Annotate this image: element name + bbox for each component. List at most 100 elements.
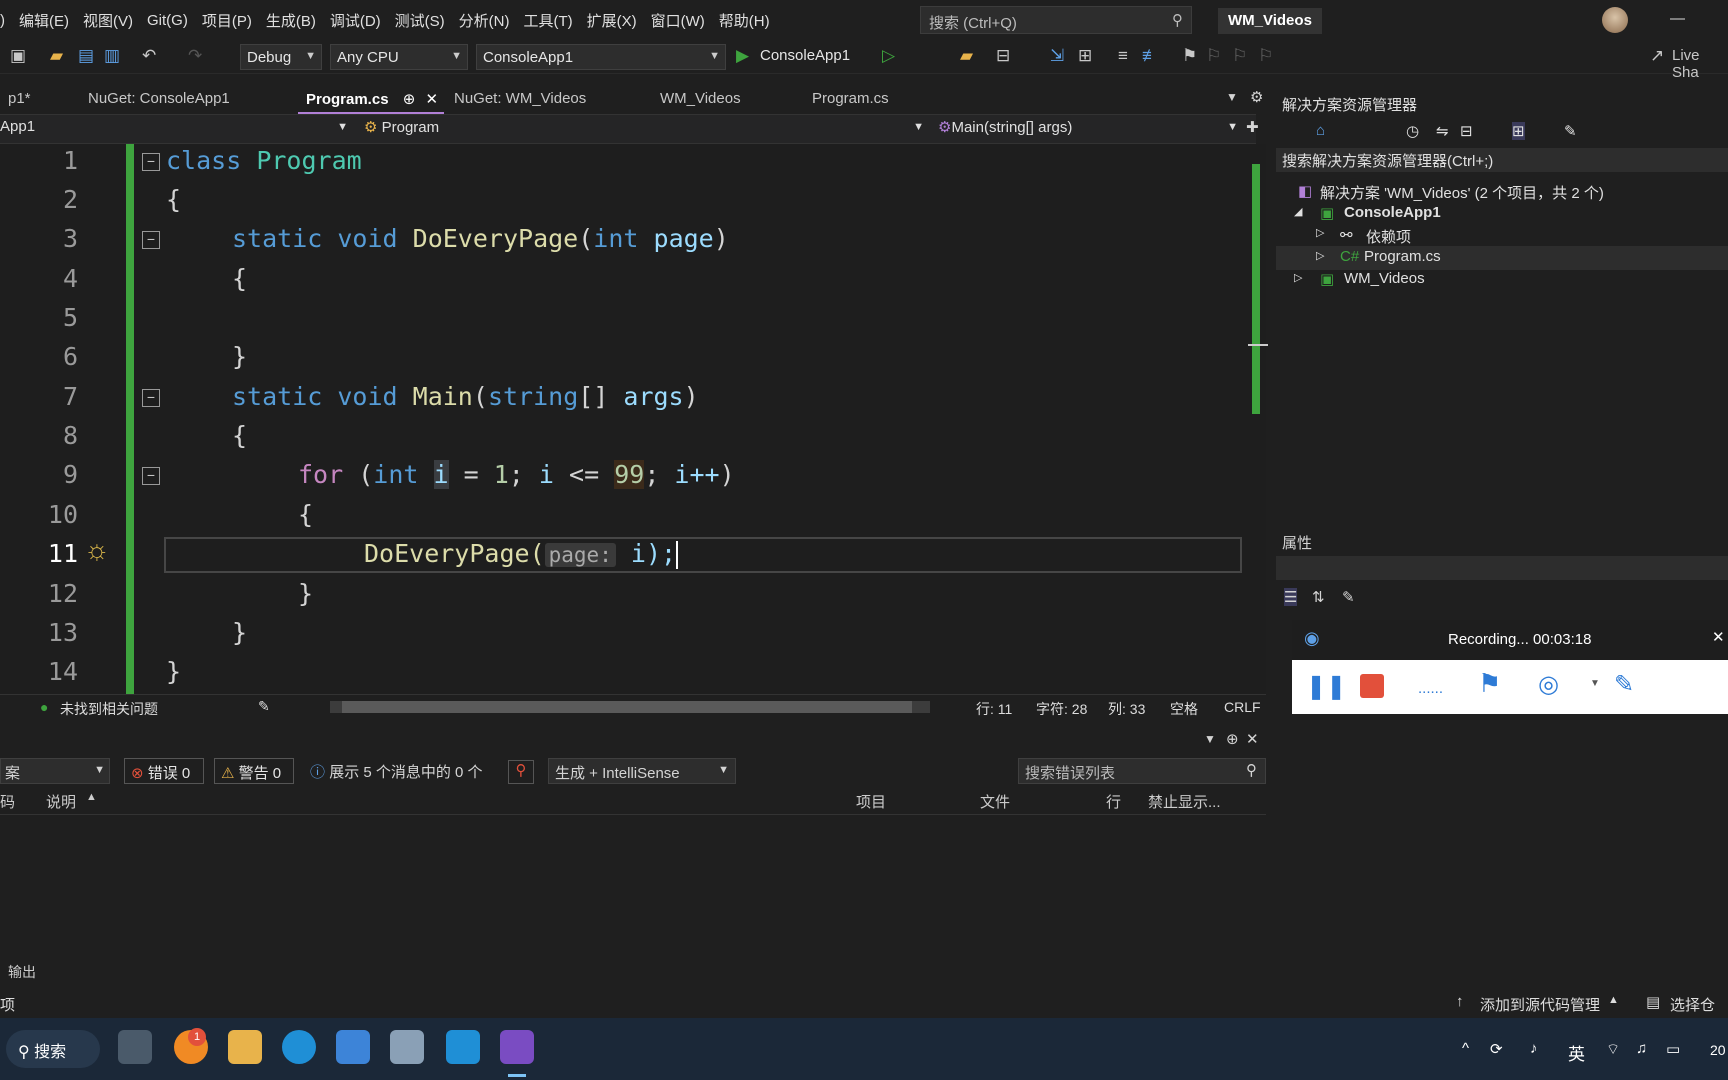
edge-icon[interactable] [282, 1030, 316, 1064]
remote-desktop-icon[interactable] [390, 1030, 424, 1064]
tab-wm-videos[interactable]: WM_Videos [652, 84, 749, 114]
horizontal-scrollbar[interactable] [330, 701, 930, 713]
close-icon[interactable]: ✕ [1712, 628, 1725, 646]
collapsed-arrow-icon[interactable]: ▷ [1316, 226, 1324, 239]
taskbar-search[interactable]: ⚲ 搜索 [6, 1030, 100, 1068]
task-view-icon[interactable] [118, 1030, 152, 1064]
scrollbar-thumb[interactable] [1252, 164, 1260, 414]
add-to-source-control-button[interactable]: 添加到源代码管理 [1480, 994, 1600, 1015]
pin-icon[interactable]: ⊕ [403, 91, 416, 108]
tab-nuget-wm-videos[interactable]: NuGet: WM_Videos [446, 84, 594, 114]
scrollbar-thumb[interactable] [342, 701, 912, 713]
chevron-down-icon[interactable]: ▼ [1204, 732, 1216, 746]
menu-build[interactable]: 生成(B) [266, 10, 316, 31]
bookmark-next-icon[interactable]: ⚐ [1232, 46, 1247, 66]
collapsed-arrow-icon[interactable]: ▷ [1316, 249, 1324, 262]
menu-item-partial[interactable]: ) [0, 12, 5, 29]
file-node-program-cs[interactable]: Program.cs [1364, 248, 1441, 265]
bookmark-clear-icon[interactable]: ⚐ [1258, 46, 1273, 66]
microphone-icon[interactable]: ♪ [1530, 1040, 1538, 1057]
project-node-consoleapp1[interactable]: ConsoleApp1 [1344, 204, 1441, 221]
new-project-icon[interactable]: ▣ [10, 46, 26, 66]
tab-program-cs-active[interactable]: Program.cs ⊕ ✕ [298, 84, 444, 114]
split-icon[interactable]: ✚ [1246, 118, 1259, 136]
collapse-icon[interactable]: − [142, 153, 160, 171]
sync-icon[interactable]: ⇋ [1436, 122, 1449, 140]
filter-icon[interactable]: ⚲ [508, 760, 534, 784]
clock[interactable]: 20 [1710, 1042, 1726, 1058]
expanded-arrow-icon[interactable]: ◢ [1294, 205, 1302, 218]
save-all-icon[interactable]: ▥ [104, 46, 120, 66]
line-indicator[interactable]: 行: 11 [976, 699, 1012, 719]
platform-dropdown[interactable]: Any CPU ▼ [330, 44, 468, 70]
chevron-down-icon[interactable]: ▼ [1590, 678, 1600, 689]
tab-output[interactable]: 输出 [0, 958, 60, 984]
comment-icon[interactable]: ≡ [1118, 46, 1128, 66]
dependencies-node[interactable]: 依赖项 [1366, 226, 1411, 247]
solution-search-input[interactable]: 搜索解决方案资源管理器(Ctrl+;) [1276, 148, 1728, 172]
collapse-icon[interactable]: − [142, 467, 160, 485]
column-file[interactable]: 文件 [980, 791, 1010, 812]
member-dropdown[interactable]: ⚙Main(string[] args) ▼ [938, 118, 1244, 142]
close-icon[interactable]: ✕ [1246, 730, 1259, 748]
column-suppression[interactable]: 禁止显示... [1148, 791, 1221, 812]
avatar[interactable] [1602, 7, 1628, 33]
sync-icon[interactable]: ⟳ [1490, 1040, 1503, 1058]
config-dropdown[interactable]: Debug ▼ [240, 44, 322, 70]
column-project[interactable]: 项目 [856, 791, 886, 812]
wifi-icon[interactable]: ⌔ [1606, 1040, 1620, 1059]
bookmark-icon[interactable]: ⚑ [1182, 46, 1197, 66]
bookmark-prev-icon[interactable]: ⚐ [1206, 46, 1221, 66]
warnings-filter-button[interactable]: ⚠ 警告 0 [214, 758, 294, 784]
open-folder-icon[interactable]: ▰ [50, 46, 63, 66]
error-search-input[interactable]: 搜索错误列表 ⚲ [1018, 758, 1266, 784]
redo-icon[interactable]: ↷ [188, 46, 202, 66]
stop-icon[interactable] [1360, 674, 1384, 698]
tab-project[interactable]: p1* [0, 84, 39, 114]
menu-edit[interactable]: 编辑(E) [19, 10, 69, 31]
webcam-icon[interactable]: ◎ [1538, 670, 1559, 699]
col-indicator[interactable]: 列: 33 [1108, 699, 1145, 719]
step-icon[interactable]: ⇲ [1050, 46, 1064, 66]
whitespace-indicator[interactable]: 空格 [1170, 699, 1198, 719]
char-indicator[interactable]: 字符: 28 [1036, 699, 1087, 719]
menu-test[interactable]: 测试(S) [395, 10, 445, 31]
run-icon[interactable]: ▶ [736, 46, 749, 66]
pen-icon[interactable]: ✎ [1614, 670, 1634, 699]
liveshare-icon[interactable]: ↗ [1650, 46, 1664, 66]
run-without-debug-icon[interactable]: ▷ [882, 46, 895, 66]
run-target-button[interactable]: ConsoleApp1 [760, 47, 850, 64]
liveshare-button[interactable]: Live Sha [1672, 47, 1728, 81]
folder-icon[interactable]: ▰ [960, 46, 973, 66]
minimize-icon[interactable]: — [1670, 10, 1685, 27]
messages-filter-button[interactable]: ⓘ 展示 5 个消息中的 0 个 [310, 761, 483, 782]
vscode-icon[interactable] [446, 1030, 480, 1064]
home-icon[interactable]: ⌂ [1316, 122, 1325, 139]
tab-program-cs[interactable]: Program.cs [804, 84, 897, 114]
chevron-up-icon[interactable]: ▲ [1608, 994, 1619, 1006]
property-pages-icon[interactable]: ✎ [1342, 588, 1355, 606]
ime-indicator[interactable]: 英 [1568, 1040, 1585, 1065]
alphabetical-icon[interactable]: ⇅ [1312, 588, 1325, 606]
chevron-up-icon[interactable]: ^ [1462, 1040, 1469, 1057]
visual-studio-icon[interactable] [500, 1030, 534, 1064]
pin-icon[interactable]: ⊕ [1226, 730, 1239, 748]
menu-debug[interactable]: 调试(D) [330, 10, 381, 31]
categorized-icon[interactable]: ☰ [1284, 588, 1298, 606]
format-icon[interactable]: ⊞ [1078, 46, 1092, 66]
battery-icon[interactable]: ▭ [1666, 1040, 1680, 1058]
layout-icon[interactable]: ⊟ [996, 46, 1010, 66]
wrench-icon[interactable]: ✎ [1564, 122, 1577, 140]
column-line[interactable]: 行 [1106, 791, 1121, 812]
type-dropdown[interactable]: ⚙ Program ▼ [364, 118, 930, 142]
editor-scrollbar[interactable] [1248, 144, 1268, 694]
history-icon[interactable]: ◷ [1406, 122, 1419, 140]
undo-icon[interactable]: ↶ [142, 46, 156, 66]
collapse-all-icon[interactable]: ⊟ [1460, 122, 1473, 140]
column-code[interactable]: 码 [0, 791, 15, 812]
pause-icon[interactable]: ❚❚ [1306, 672, 1346, 701]
file-explorer-icon[interactable] [228, 1030, 262, 1064]
global-search-input[interactable]: 搜索 (Ctrl+Q) ⚲ [920, 6, 1192, 34]
menu-git[interactable]: Git(G) [147, 12, 188, 29]
startup-project-dropdown[interactable]: ConsoleApp1 ▼ [476, 44, 726, 70]
